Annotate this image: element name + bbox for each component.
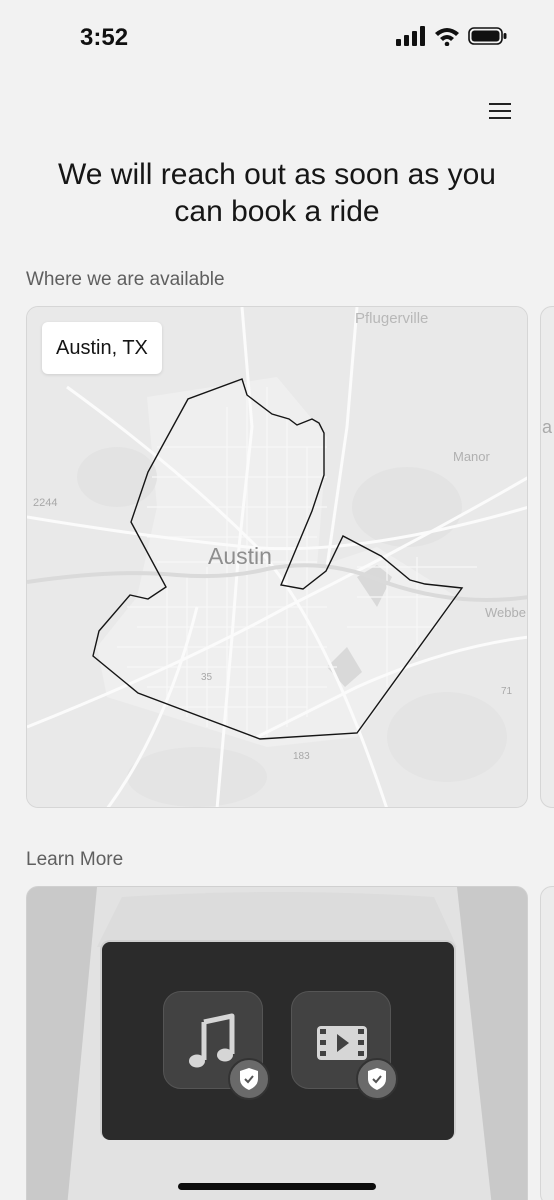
status-time: 3:52 xyxy=(80,24,129,51)
map-label-71: 71 xyxy=(501,686,513,697)
map-label-2244: 2244 xyxy=(33,497,57,509)
learn-more-section-title: Learn More xyxy=(26,849,124,870)
next-card-letter: a xyxy=(542,417,553,437)
page-headline: We will reach out as soon as you can boo… xyxy=(57,158,496,228)
hamburger-menu-icon xyxy=(489,103,511,119)
availability-section-title: Where we are available xyxy=(26,269,225,290)
in-car-screen-illustration xyxy=(27,887,527,1200)
status-bar: 3:52 xyxy=(0,0,554,76)
map-label-183: 183 xyxy=(293,751,310,762)
next-learn-card[interactable] xyxy=(540,886,554,1200)
cellular-signal-icon xyxy=(396,26,425,46)
service-area-map-card[interactable]: Pflugerville Manor Webbe 2244 35 183 71 … xyxy=(26,306,528,808)
learn-more-card[interactable] xyxy=(26,886,528,1200)
battery-icon xyxy=(468,27,507,45)
music-tile[interactable] xyxy=(163,991,270,1100)
wifi-icon xyxy=(435,28,459,46)
status-icons xyxy=(396,26,508,46)
menu-button[interactable] xyxy=(484,96,516,126)
shield-check-icon xyxy=(368,1068,386,1090)
shield-check-badge xyxy=(356,1058,398,1100)
shield-check-badge xyxy=(228,1058,270,1100)
city-chip[interactable]: Austin, TX xyxy=(42,322,162,374)
map-city-label: Austin xyxy=(208,543,272,569)
map-label-pflugerville: Pflugerville xyxy=(355,310,428,327)
home-indicator[interactable] xyxy=(178,1183,376,1190)
next-map-card[interactable]: a xyxy=(540,306,554,808)
map-label-35: 35 xyxy=(201,672,213,683)
map-label-manor: Manor xyxy=(453,449,491,464)
video-tile[interactable] xyxy=(291,991,398,1100)
shield-check-icon xyxy=(240,1068,258,1090)
map-label-webbe: Webbe xyxy=(485,605,526,620)
service-area-map: Pflugerville Manor Webbe 2244 35 183 71 … xyxy=(27,307,527,807)
